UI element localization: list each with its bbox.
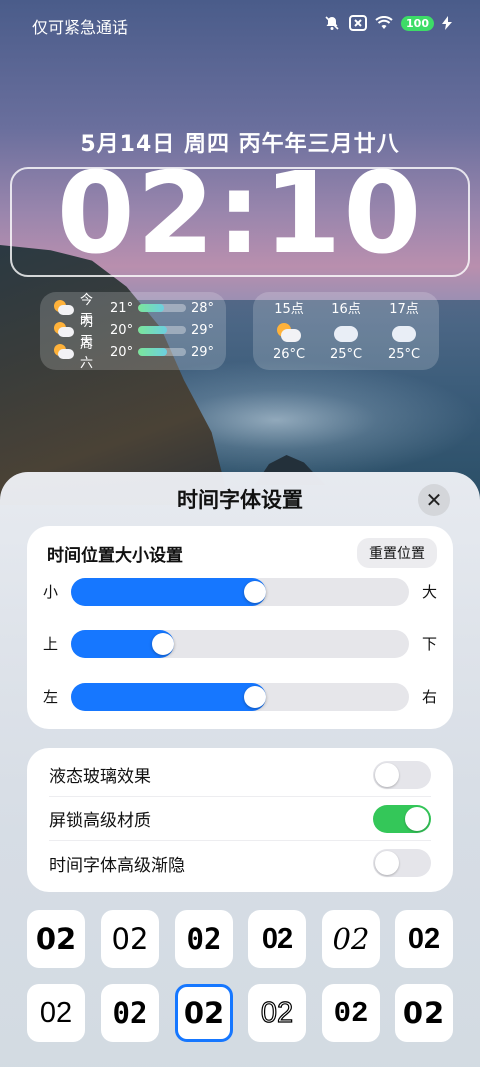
- sun-cloud-icon: [275, 323, 303, 343]
- toggle-label: 屏锁高级材质: [49, 811, 151, 831]
- vertical-slider-row: 上 下: [27, 630, 453, 658]
- advanced-material-toggle[interactable]: [373, 804, 431, 833]
- vertical-position-slider[interactable]: [71, 630, 409, 658]
- font-option[interactable]: 02: [395, 910, 453, 968]
- weather-high: 28°: [190, 300, 214, 316]
- forecast-temp: 26°C: [272, 347, 306, 362]
- forecast-temp: 25°C: [387, 347, 421, 362]
- font-option[interactable]: 02: [27, 910, 85, 968]
- slider-max-label: 下: [421, 635, 437, 653]
- weather-day: 周六: [79, 337, 93, 371]
- slider-min-label: 小: [43, 583, 59, 601]
- weather-day-row: 今天 21° 28°: [52, 293, 214, 327]
- toggle-label: 时间字体高级渐隐: [49, 855, 185, 876]
- font-option[interactable]: 02: [248, 984, 306, 1042]
- slider-handle[interactable]: [244, 581, 266, 603]
- weather-day-row: 周六 20° 29°: [52, 337, 214, 371]
- weather-high: 29°: [190, 322, 214, 338]
- font-option[interactable]: 02: [395, 984, 453, 1042]
- mute-bell-icon: [323, 14, 341, 32]
- font-option[interactable]: 02: [322, 910, 380, 968]
- horizontal-slider-row: 左 右: [27, 683, 453, 711]
- cloud-icon: [390, 323, 418, 343]
- toggle-label: 液态玻璃效果: [49, 767, 151, 787]
- temperature-range-bar: [138, 304, 186, 312]
- reset-position-button[interactable]: 重置位置: [357, 538, 437, 568]
- effects-card: 液态玻璃效果 屏锁高级材质 时间字体高级渐隐: [27, 748, 453, 892]
- charging-icon: [442, 14, 452, 32]
- battery-icon: 100: [401, 15, 434, 31]
- slider-min-label: 左: [43, 688, 59, 706]
- size-slider[interactable]: [71, 578, 409, 606]
- status-bar: 仅可紧急通话 100: [0, 0, 480, 50]
- font-option[interactable]: 02: [101, 910, 159, 968]
- weather-day-row: 明天 20° 29°: [52, 315, 214, 349]
- sheet-title: 时间字体设置: [177, 488, 303, 512]
- emergency-call-only-text: 仅可紧急通话: [32, 18, 129, 37]
- font-option[interactable]: 02: [175, 910, 233, 968]
- sun-cloud-icon: [52, 300, 74, 316]
- forecast-hour: 15点: [274, 302, 304, 317]
- size-slider-row: 小 大: [27, 578, 453, 606]
- sun-cloud-icon: [52, 322, 74, 338]
- slider-min-label: 上: [43, 635, 59, 653]
- slider-handle[interactable]: [152, 633, 174, 655]
- forecast-hour: 17点: [389, 302, 419, 317]
- hourly-forecast-item: 17点 25°C: [379, 298, 429, 362]
- advanced-material-row: 屏锁高级材质: [49, 797, 431, 841]
- hourly-weather-widget[interactable]: 15点 26°C 16点 25°C 17点 25°C: [253, 292, 439, 370]
- hourly-forecast-item: 15点 26°C: [264, 298, 314, 362]
- font-option[interactable]: 02: [27, 984, 85, 1042]
- status-icons: 100: [323, 14, 452, 32]
- wifi-icon: [375, 14, 393, 32]
- cloud-icon: [332, 323, 360, 343]
- slider-max-label: 右: [421, 688, 437, 706]
- daily-weather-widget[interactable]: 今天 21° 28° 明天 20° 29° 周六 20° 29°: [40, 292, 226, 371]
- forecast-hour: 16点: [331, 302, 361, 317]
- lockscreen-clock: 02:10: [56, 149, 424, 279]
- liquid-glass-toggle[interactable]: [373, 760, 431, 789]
- liquid-glass-row: 液态玻璃效果: [49, 753, 431, 797]
- font-option[interactable]: 02: [101, 984, 159, 1042]
- font-option[interactable]: 02: [248, 910, 306, 968]
- font-settings-sheet: 时间字体设置 ✕ 时间位置大小设置 重置位置 小 大 上 下 左 右 液态玻璃效…: [0, 472, 480, 1067]
- sun-cloud-icon: [52, 344, 74, 360]
- slider-handle[interactable]: [244, 686, 266, 708]
- font-fade-row: 时间字体高级渐隐: [49, 841, 431, 885]
- font-option-selected[interactable]: 02: [175, 984, 233, 1042]
- temperature-range-bar: [138, 348, 186, 356]
- font-option[interactable]: 02: [322, 984, 380, 1042]
- horizontal-position-slider[interactable]: [71, 683, 409, 711]
- slider-max-label: 大: [421, 583, 437, 601]
- weather-high: 29°: [190, 344, 214, 360]
- temperature-range-bar: [138, 326, 186, 334]
- position-size-card: 时间位置大小设置 重置位置 小 大 上 下 左 右: [27, 526, 453, 729]
- hourly-forecast-item: 16点 25°C: [321, 298, 371, 362]
- close-button[interactable]: ✕: [418, 484, 450, 516]
- weather-low: 20°: [110, 344, 134, 360]
- forecast-temp: 25°C: [329, 347, 363, 362]
- weather-low: 21°: [110, 300, 134, 316]
- no-sim-icon: [349, 14, 368, 32]
- weather-low: 20°: [110, 322, 134, 338]
- font-fade-toggle[interactable]: [373, 849, 431, 877]
- position-size-title: 时间位置大小设置: [47, 546, 183, 566]
- close-icon: ✕: [425, 488, 443, 512]
